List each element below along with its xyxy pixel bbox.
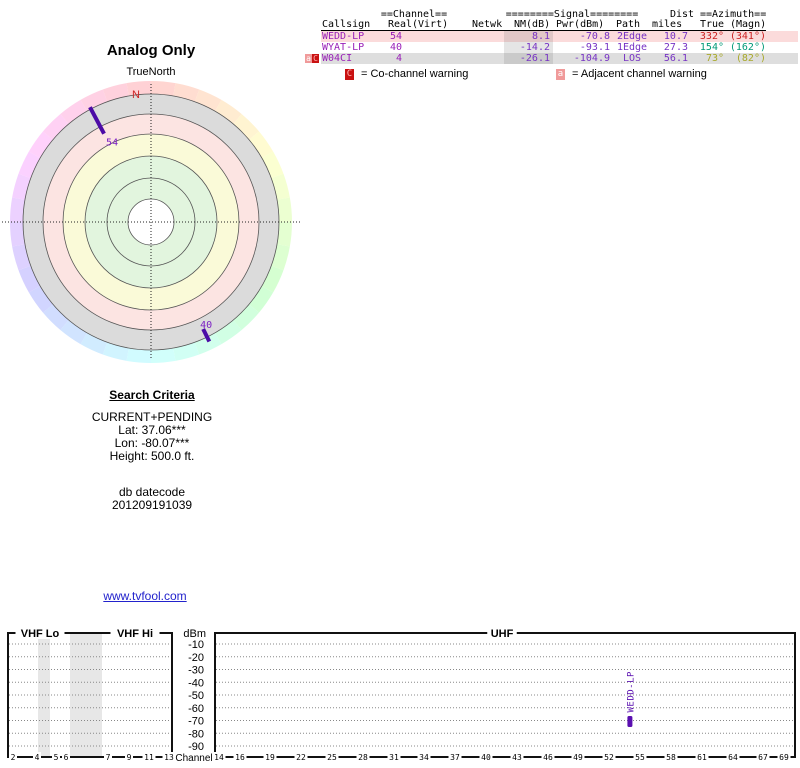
signal-marker-label: WEDD-LP [626, 671, 636, 713]
co-channel-warning-icon: C [345, 69, 354, 80]
channel-tick-label: 69 [779, 753, 789, 762]
north-marker: N [132, 89, 140, 101]
db-datecode: db datecode 201209191039 [30, 486, 274, 512]
nm-cell: -14.2 [504, 42, 553, 53]
channel-tick-label: 31 [389, 753, 399, 762]
col-header-virt: (Virt) [412, 19, 449, 30]
channel-tick-label: 4 [35, 753, 40, 762]
x-axis-label: Channel [175, 753, 212, 764]
callsign-cell: WYAT-LP [322, 42, 365, 53]
azimuth-true-cell: 332° [699, 31, 724, 42]
azimuth-magn-cell: (341°) [729, 31, 766, 42]
channel-tick-label: 40 [481, 753, 491, 762]
miles-cell: 27.3 [663, 42, 688, 53]
adjacent-channel-legend-text: = Adjacent channel warning [572, 68, 707, 80]
table-row: WYAT-LP 40 -14.2 -93.1 1Edge 27.3 154° (… [321, 42, 798, 53]
channel-tick-label: 43 [512, 753, 522, 762]
channel-tick-label: 9 [127, 753, 132, 762]
channel-tick-label: 13 [164, 753, 174, 762]
y-tick-label: -70 [188, 716, 204, 728]
channel-cell: 54 [389, 31, 402, 42]
channel-tick-label: 6 [64, 753, 69, 762]
shaded-band [70, 634, 102, 756]
channel-tick-label: 5 [54, 753, 59, 762]
power-cell: -104.9 [573, 53, 610, 64]
channel-tick-label: 7 [106, 753, 111, 762]
callsign-cell: W04CI [322, 53, 353, 64]
y-tick-label: -20 [188, 652, 204, 664]
band-title: VHF Lo [21, 628, 60, 640]
channel-tick-label: 2 [11, 753, 16, 762]
spectrum-chart: VHF Lo VHF Hi UHFdBm-10-20-30-40-50-60-70-… [7, 627, 796, 764]
channel-tick-label: 52 [604, 753, 614, 762]
table-row: WEDD-LP 54 8.1 -70.8 2Edge 10.7 332° (34… [321, 31, 798, 42]
y-tick-label: -80 [188, 728, 204, 740]
channel-tick-label: 25 [327, 753, 337, 762]
channel-tick-label: 49 [573, 753, 583, 762]
col-header-path: Path [616, 19, 641, 30]
y-tick-label: -10 [188, 639, 204, 651]
adjacent-channel-warning-icon: a [556, 69, 565, 80]
channel-tick-label: 34 [419, 753, 429, 762]
power-cell: -93.1 [579, 42, 610, 53]
y-tick-label: -90 [188, 741, 204, 753]
azimuth-magn-cell: (162°) [729, 42, 766, 53]
y-tick-label: -50 [188, 690, 204, 702]
criteria-height: Height: 500.0 ft. [109, 449, 195, 463]
azimuth-true-cell: 73° [705, 53, 724, 64]
y-tick-label: -60 [188, 703, 204, 715]
channel-tick-label: 16 [235, 753, 245, 762]
channel-tick-label: 14 [214, 753, 224, 762]
channel-cell: 40 [389, 42, 402, 53]
adjacent-channel-warning-icon: a [305, 54, 312, 63]
azimuth-magn-cell: (82°) [735, 53, 766, 64]
channel-tick-label: 58 [666, 753, 676, 762]
row-warning-icons: aC [305, 54, 319, 65]
db-datecode-value: 201209191039 [111, 498, 193, 512]
channel-tick-label: 46 [543, 753, 553, 762]
channel-cell: 4 [395, 53, 402, 64]
col-header-miles: miles [652, 19, 683, 30]
band-title: VHF Hi [117, 628, 153, 640]
channel-tick-label: 64 [728, 753, 738, 762]
channel-tick-label: 11 [144, 753, 154, 762]
azimuth-true-cell: 154° [699, 42, 724, 53]
search-criteria: Search Criteria CURRENT+PENDING Lat: 37.… [30, 389, 274, 512]
channel-tick-label: 19 [265, 753, 275, 762]
channel-tick-label: 28 [358, 753, 368, 762]
y-tick-label: -30 [188, 665, 204, 677]
table-row: aC W04CI 4 -26.1 -104.9 LOS 56.1 73° (82… [305, 53, 798, 64]
table-column-header: Callsign Real (Virt) Netwk NM(dB) Pwr(dB… [321, 19, 766, 31]
col-header-netwk: Netwk [472, 19, 503, 30]
search-criteria-heading: Search Criteria [109, 388, 195, 402]
channel-tick-label: 55 [635, 753, 645, 762]
signal-marker-WEDD-LP [627, 716, 633, 728]
power-cell: -70.8 [579, 31, 610, 42]
co-channel-legend-text: = Co-channel warning [361, 68, 469, 80]
plot-title: Analog Only [106, 42, 196, 59]
callsign-cell: WEDD-LP [322, 31, 365, 42]
y-tick-label: -40 [188, 677, 204, 689]
miles-cell: 10.7 [663, 31, 688, 42]
col-header-real: Real [388, 19, 413, 30]
tvfool-link[interactable]: www.tvfool.com [103, 589, 186, 603]
tvfool-link-wrap: www.tvfool.com [30, 589, 260, 603]
col-header-nm: NM(dB) [514, 19, 551, 30]
station-marker-label: 40 [200, 320, 212, 331]
col-header-true: True [700, 19, 725, 30]
col-header-callsign: Callsign [322, 19, 371, 30]
miles-cell: 56.1 [663, 53, 688, 64]
channel-tick-label: 22 [296, 753, 306, 762]
nm-cell: 8.1 [504, 31, 553, 42]
channel-tick-label: 67 [758, 753, 768, 762]
channel-tick-label: 61 [697, 753, 707, 762]
station-marker-label: 54 [106, 138, 118, 149]
nm-cell: -26.1 [504, 53, 553, 64]
band-title: UHF [491, 628, 514, 640]
radar-plot: N 54 40 [2, 81, 300, 363]
channel-tick-label: 37 [450, 753, 460, 762]
col-header-magn: (Magn) [730, 19, 767, 30]
co-channel-warning-icon: C [312, 54, 319, 63]
col-header-pwr: Pwr(dBm) [556, 19, 605, 30]
